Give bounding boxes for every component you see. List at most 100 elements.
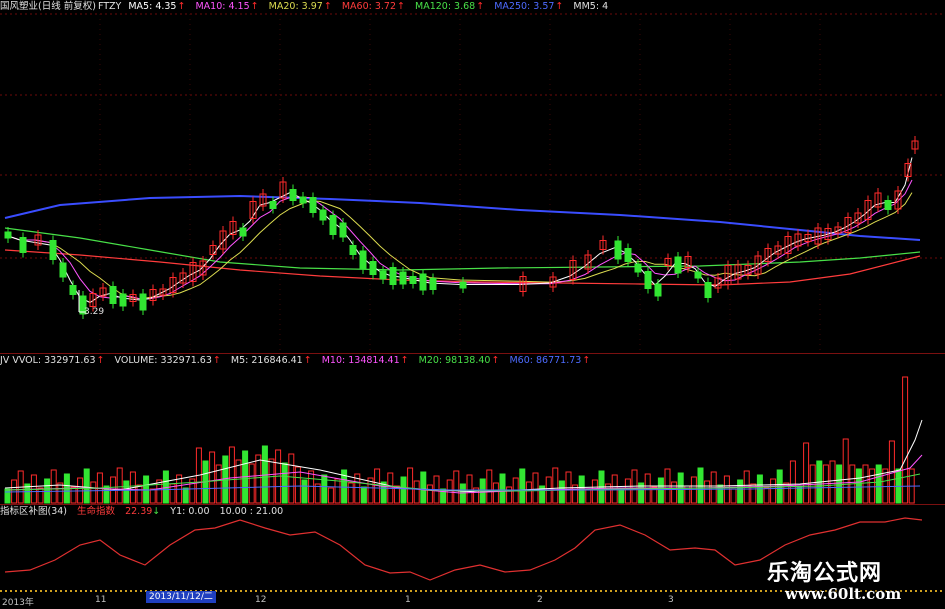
candlestick <box>289 189 297 201</box>
candlestick <box>319 209 327 221</box>
candlestick <box>299 196 307 204</box>
up-arrow-icon: ↑ <box>400 355 409 366</box>
life-index-value: 22.39 <box>125 506 153 517</box>
volume-bar <box>288 453 295 504</box>
volume-bar <box>624 478 631 504</box>
up-arrow-icon: ↑ <box>491 355 500 366</box>
volume-bar <box>558 480 565 504</box>
candlestick <box>49 240 57 260</box>
volume-bar <box>136 484 143 504</box>
volume-bar <box>862 464 869 504</box>
candlestick <box>399 271 407 285</box>
volume-bar <box>532 472 539 504</box>
volume-bar <box>704 480 711 504</box>
volume-bar <box>116 467 123 504</box>
candlestick <box>239 227 247 237</box>
volume-bar <box>281 462 288 504</box>
volume-bar <box>492 482 499 504</box>
volume-bar <box>57 482 64 504</box>
date-label-dec: 12 <box>255 595 267 605</box>
date-label-nov: 11 <box>95 595 107 605</box>
up-arrow-icon: ↑ <box>582 355 591 366</box>
volume-bar <box>730 488 737 504</box>
candlestick <box>624 248 632 262</box>
vol-ma5-line <box>4 419 923 493</box>
volume-bar <box>836 464 843 504</box>
candlestick <box>884 200 892 210</box>
volume-bar <box>499 473 506 504</box>
candlestick <box>309 197 317 213</box>
volume-bar <box>585 488 592 504</box>
volume-bar <box>466 474 473 504</box>
date-label-year: 2013年 <box>2 598 34 608</box>
candlestick <box>694 271 702 279</box>
candlestick <box>359 250 367 270</box>
candlestick <box>634 263 642 273</box>
life-index-label: 生命指数 <box>77 506 116 517</box>
volume-bar <box>4 488 11 504</box>
down-arrow-icon: ↓ <box>152 506 161 517</box>
date-label-mar: 3 <box>668 595 674 605</box>
ma5-line <box>4 157 913 304</box>
up-arrow-icon: ↑ <box>303 355 312 366</box>
volume-bar <box>875 464 882 504</box>
volume-bar <box>855 468 862 504</box>
candlestick <box>674 256 682 274</box>
candlestick <box>369 261 377 275</box>
candlestick <box>389 267 397 285</box>
candlestick <box>644 271 652 289</box>
candlestick <box>349 245 357 255</box>
selected-date-box[interactable]: 2013/11/12/二 <box>146 591 216 603</box>
volume-bar <box>552 467 559 504</box>
vvol-value: JV VVOL: 332971.63 <box>0 355 96 366</box>
candlestick <box>109 286 117 304</box>
vol-m10-value: M10: 134814.41 <box>321 355 400 366</box>
volume-header: JV VVOL: 332971.63↑ VOLUME: 332971.63↑ M… <box>0 354 597 368</box>
candlestick <box>654 283 662 297</box>
volume-bar <box>763 487 770 504</box>
volume-bar <box>591 479 598 504</box>
candlestick <box>139 293 147 311</box>
volume-bar <box>327 487 334 504</box>
indicator-header: 指标区补图(34) 生命指数 22.39↓ Y1: 0.00 10.00 : 2… <box>0 505 290 519</box>
watermark-title: 乐淘公式网 <box>767 561 883 586</box>
up-arrow-icon: ↑ <box>212 355 221 366</box>
volume-bar <box>37 487 44 504</box>
candlestick <box>704 282 712 298</box>
volume-bar <box>842 438 849 504</box>
volume-bar <box>519 468 526 504</box>
volume-value: VOLUME: 332971.63 <box>114 355 212 366</box>
volume-bar <box>486 469 493 504</box>
volume-bar <box>334 478 341 504</box>
volume-bar <box>420 471 427 504</box>
volume-bar <box>459 483 466 504</box>
candlestick <box>119 293 127 307</box>
candlestick <box>419 273 427 291</box>
candlestick <box>4 231 12 239</box>
volume-bar <box>123 480 130 504</box>
candlestick <box>339 222 347 238</box>
stock-chart-window: 国风塑业(日线 前复权) FTZY MA5: 4.35↑ MA10: 4.15↑ M… <box>0 0 945 609</box>
volume-bar <box>149 488 156 504</box>
ma250-line <box>4 194 921 241</box>
date-label-feb: 2 <box>537 595 543 605</box>
volume-bar <box>506 486 513 504</box>
y2-value: 10.00 : 21.00 <box>219 506 284 517</box>
y1-value: Y1: 0.00 <box>170 506 210 517</box>
up-arrow-icon: ↑ <box>96 355 105 366</box>
volume-bar <box>690 476 697 504</box>
volume-bar <box>657 477 664 504</box>
volume-bar <box>308 470 315 504</box>
volume-bar <box>737 479 744 504</box>
volume-bar <box>268 458 275 504</box>
volume-bar <box>83 468 90 504</box>
candlestick <box>459 281 467 289</box>
candlestick <box>19 237 27 253</box>
volume-bar <box>347 482 354 504</box>
volume-bar <box>902 376 909 504</box>
volume-bar <box>301 479 308 504</box>
volume-bar <box>413 480 420 504</box>
volume-bar <box>50 469 57 504</box>
volume-bar <box>90 481 97 504</box>
low-price-label: 3.29 <box>84 307 105 317</box>
